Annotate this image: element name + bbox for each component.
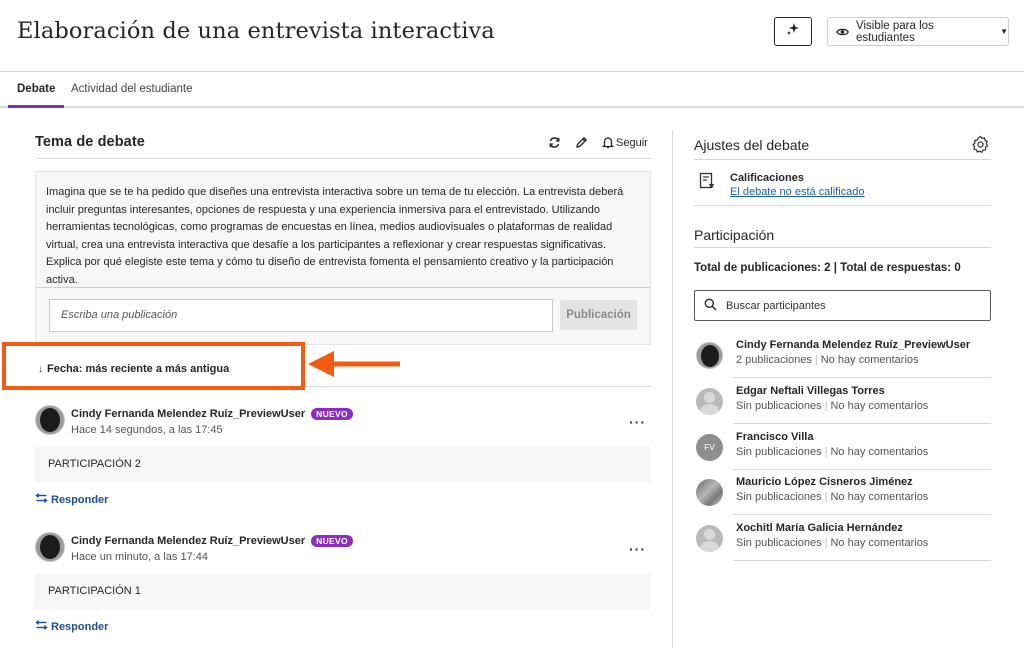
- compose-input[interactable]: Escriba una publicación: [49, 299, 553, 332]
- divider: [35, 158, 651, 159]
- divider: [694, 159, 991, 160]
- divider: [733, 423, 991, 424]
- search-icon: [704, 298, 717, 314]
- post-body: PARTICIPACIÓN 2: [35, 446, 651, 483]
- post-author[interactable]: Cindy Fernanda Melendez Ruíz_PreviewUser: [71, 535, 305, 547]
- participant-name: Edgar Neftali Villegas Torres: [736, 385, 885, 397]
- eye-icon: [836, 27, 849, 37]
- tab-debate[interactable]: Debate: [8, 72, 65, 108]
- post-time: Hace 14 segundos, a las 17:45: [71, 424, 223, 436]
- avatar: [35, 532, 65, 562]
- more-options-icon[interactable]: ···: [629, 541, 646, 557]
- reply-icon: [35, 620, 48, 633]
- divider: [733, 514, 991, 515]
- participant-comments: No hay comentarios: [830, 537, 929, 549]
- page-title: Elaboración de una entrevista interactiv…: [17, 18, 495, 44]
- avatar: [35, 405, 65, 435]
- publish-button[interactable]: Publicación: [560, 300, 637, 330]
- tab-student-activity[interactable]: Actividad del estudiante: [71, 72, 192, 108]
- participant-posts: Sin publicaciones: [736, 537, 822, 549]
- participant-stats: 2 publicaciones | No hay comentarios: [736, 354, 919, 366]
- settings-title: Ajustes del debate: [694, 137, 810, 153]
- more-options-icon[interactable]: ···: [629, 414, 646, 430]
- participant-comments: No hay comentarios: [830, 491, 929, 503]
- post-author-row: Cindy Fernanda Melendez Ruíz_PreviewUser…: [71, 408, 353, 420]
- participant-stats: Sin publicaciones | No hay comentarios: [736, 400, 929, 412]
- avatar: FV: [696, 434, 723, 461]
- annotation-arrow-icon: [308, 351, 400, 377]
- participant-posts: Sin publicaciones: [736, 446, 822, 458]
- divider: [694, 205, 991, 206]
- divider: [694, 247, 991, 248]
- new-badge: NUEVO: [311, 408, 353, 420]
- highlight-annotation-box: [2, 342, 305, 390]
- participation-totals: Total de publicaciones: 2 | Total de res…: [694, 262, 961, 274]
- grades-icon: [699, 172, 716, 196]
- ai-assist-button[interactable]: [774, 17, 812, 46]
- participation-title: Participación: [694, 227, 775, 243]
- post-author[interactable]: Cindy Fernanda Melendez Ruíz_PreviewUser: [71, 408, 305, 420]
- reply-icon: [35, 493, 48, 506]
- post-time: Hace un minuto, a las 17:44: [71, 551, 208, 563]
- participant-name: Xochitl María Galicia Hernández: [736, 522, 903, 534]
- participant-stats: Sin publicaciones | No hay comentarios: [736, 537, 929, 549]
- participant-item[interactable]: FV Francisco Villa Sin publicaciones | No …: [696, 431, 991, 479]
- page-header: Elaboración de una entrevista interactiv…: [0, 0, 1024, 72]
- reply-label: Responder: [51, 620, 109, 633]
- search-placeholder: Buscar participantes: [726, 299, 826, 312]
- participant-comments: No hay comentarios: [820, 354, 919, 366]
- visibility-label: Visible para los estudiantes: [856, 19, 934, 44]
- gear-icon[interactable]: [971, 135, 990, 159]
- post-body: PARTICIPACIÓN 1: [35, 573, 651, 610]
- topic-actions: Seguir: [548, 136, 648, 149]
- participant-name: Mauricio López Cisneros Jiménez: [736, 476, 913, 488]
- participant-posts: Sin publicaciones: [736, 400, 822, 412]
- topic-title: Tema de debate: [35, 134, 145, 150]
- avatar: [696, 342, 723, 369]
- edit-pencil-icon[interactable]: [575, 136, 588, 149]
- avatar: [696, 479, 723, 506]
- participant-posts: 2 publicaciones: [736, 354, 812, 366]
- avatar: [696, 388, 723, 415]
- grades-status-link[interactable]: El debate no está calificado: [730, 186, 865, 198]
- compose-area: Escriba una publicación Publicación: [35, 287, 651, 345]
- participant-name: Francisco Villa: [736, 431, 814, 443]
- topic-prompt: Imagina que se te ha pedido que diseñes …: [35, 171, 651, 287]
- participant-stats: Sin publicaciones | No hay comentarios: [736, 446, 929, 458]
- reply-button[interactable]: Responder: [35, 493, 108, 506]
- post-author-row: Cindy Fernanda Melendez Ruíz_PreviewUser…: [71, 535, 353, 547]
- avatar: [696, 525, 723, 552]
- grades-label: Calificaciones: [730, 172, 804, 184]
- participant-comments: No hay comentarios: [830, 446, 929, 458]
- divider: [733, 469, 991, 470]
- participant-item[interactable]: Edgar Neftali Villegas Torres Sin public…: [696, 385, 991, 433]
- participant-item[interactable]: Mauricio López Cisneros Jiménez Sin publ…: [696, 476, 991, 524]
- participant-search-input[interactable]: Buscar participantes: [694, 290, 991, 321]
- participant-stats: Sin publicaciones | No hay comentarios: [736, 491, 929, 503]
- visibility-dropdown[interactable]: Visible para los estudiantes ▼: [827, 17, 1009, 46]
- divider: [733, 560, 991, 561]
- participant-item[interactable]: Xochitl María Galicia Hernández Sin publ…: [696, 522, 991, 570]
- participant-item[interactable]: Cindy Fernanda Melendez Ruíz_PreviewUser…: [696, 339, 991, 387]
- new-badge: NUEVO: [311, 535, 353, 547]
- caret-down-icon: ▼: [1000, 27, 1008, 36]
- reply-button[interactable]: Responder: [35, 620, 108, 633]
- participant-name: Cindy Fernanda Melendez Ruíz_PreviewUser: [736, 339, 971, 351]
- column-divider: [672, 130, 673, 648]
- bell-icon: [602, 136, 614, 149]
- divider: [733, 377, 991, 378]
- follow-label: Seguir: [616, 136, 648, 149]
- refresh-icon[interactable]: [548, 136, 561, 149]
- tab-bar: Debate Actividad del estudiante: [0, 72, 1024, 108]
- follow-button[interactable]: Seguir: [602, 136, 648, 149]
- reply-label: Responder: [51, 493, 109, 506]
- participant-comments: No hay comentarios: [830, 400, 929, 412]
- participant-posts: Sin publicaciones: [736, 491, 822, 503]
- sparkle-icon: [786, 22, 800, 41]
